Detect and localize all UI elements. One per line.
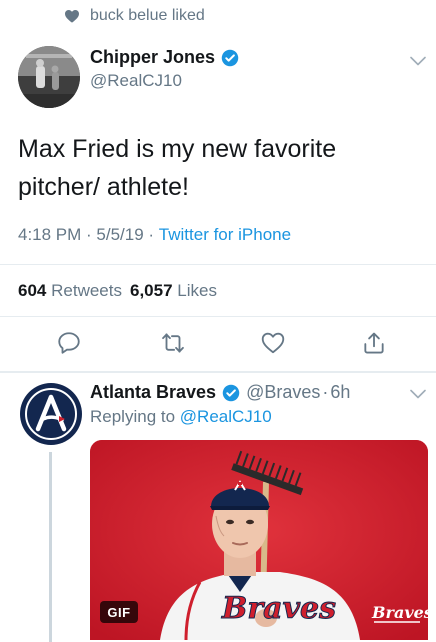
author-name[interactable]: Chipper Jones bbox=[90, 47, 239, 68]
divider bbox=[0, 316, 436, 317]
chevron-down-icon[interactable] bbox=[410, 389, 426, 399]
replying-to-link[interactable]: @RealCJ10 bbox=[180, 407, 272, 426]
tweet-stats: 604 Retweets 6,057 Likes bbox=[18, 281, 217, 301]
replying-to: Replying to @RealCJ10 bbox=[90, 407, 272, 427]
divider bbox=[0, 371, 436, 373]
tweet-source-link[interactable]: Twitter for iPhone bbox=[159, 225, 291, 245]
retweets-stat[interactable]: 604 Retweets bbox=[18, 281, 122, 301]
thread-line bbox=[49, 452, 52, 642]
tweet-time[interactable]: 4:18 PM bbox=[18, 225, 81, 245]
meta-separator: · bbox=[143, 225, 159, 244]
reply-separator: · bbox=[322, 382, 329, 402]
tweet-meta: 4:18 PM · 5/5/19 · Twitter for iPhone bbox=[18, 225, 291, 245]
heart-icon bbox=[65, 9, 79, 23]
braves-logo-icon bbox=[21, 384, 81, 444]
tweet-text: Max Fried is my new favorite pitcher/ at… bbox=[18, 135, 337, 201]
braves-avatar[interactable] bbox=[20, 383, 82, 445]
meta-separator: · bbox=[81, 225, 97, 244]
reply-age[interactable]: 6h bbox=[330, 382, 350, 403]
chevron-down-icon[interactable] bbox=[410, 56, 426, 66]
share-icon[interactable] bbox=[361, 330, 387, 356]
divider bbox=[0, 264, 436, 265]
reply-author-handle: @Braves bbox=[246, 382, 321, 402]
retweet-icon[interactable] bbox=[160, 330, 186, 356]
social-context[interactable]: buck belue liked bbox=[64, 6, 205, 26]
reply-author[interactable]: Atlanta Braves @Braves · 6h bbox=[90, 382, 350, 403]
verified-badge-icon bbox=[221, 49, 239, 66]
jersey-script: Braves bbox=[221, 591, 336, 626]
gif-badge: GIF bbox=[100, 601, 138, 623]
retweets-label: Retweets bbox=[51, 281, 122, 300]
braves-watermark: Braves bbox=[371, 603, 428, 622]
social-context-text: buck belue liked bbox=[90, 7, 205, 24]
likes-label: Likes bbox=[177, 281, 217, 300]
likes-count: 6,057 bbox=[129, 281, 173, 300]
avatar-photo bbox=[18, 46, 80, 108]
replying-prefix: Replying to bbox=[90, 407, 176, 426]
author-avatar[interactable] bbox=[18, 46, 80, 108]
gif-media[interactable]: Braves Braves bbox=[90, 440, 428, 640]
verified-badge-icon bbox=[222, 384, 240, 401]
reply-icon[interactable] bbox=[56, 330, 82, 356]
tweet-date[interactable]: 5/5/19 bbox=[96, 225, 143, 245]
reply-author-name: Atlanta Braves bbox=[90, 382, 217, 402]
author-name-text: Chipper Jones bbox=[90, 47, 216, 67]
gif-image: Braves Braves bbox=[90, 440, 428, 640]
likes-stat[interactable]: 6,057 Likes bbox=[130, 281, 217, 301]
retweets-count: 604 bbox=[18, 281, 47, 300]
like-icon[interactable] bbox=[260, 330, 286, 356]
author-handle[interactable]: @RealCJ10 bbox=[90, 71, 182, 91]
